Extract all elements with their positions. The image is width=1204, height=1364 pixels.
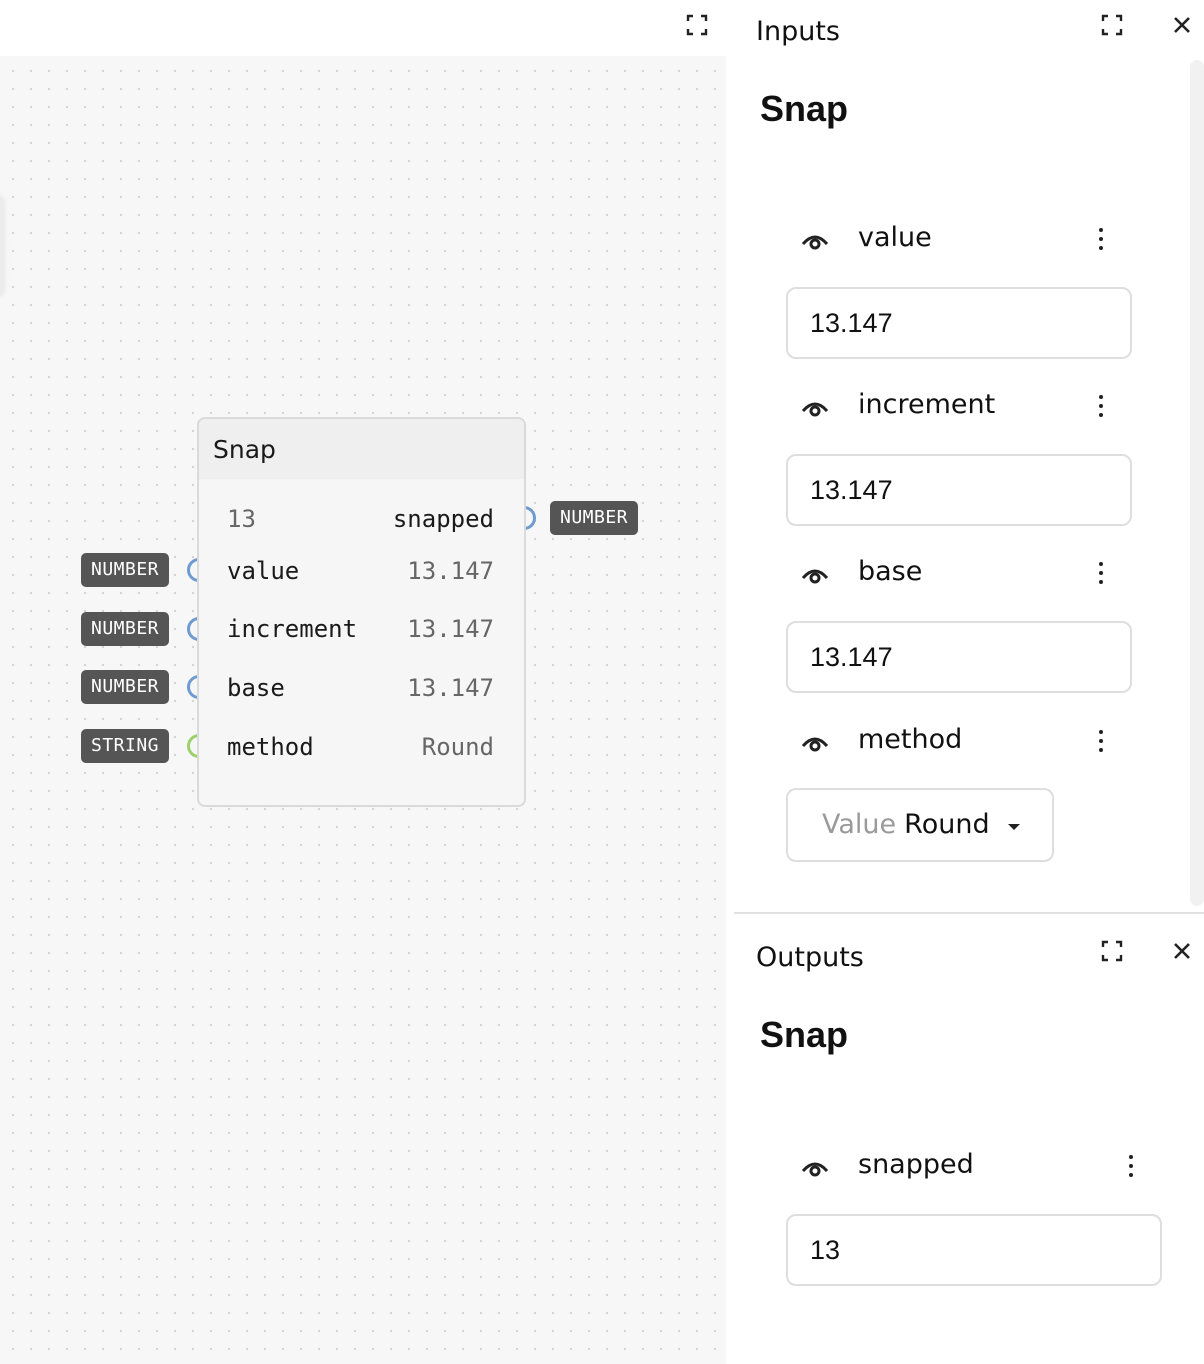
select-label: Value: [822, 809, 897, 840]
field-row-increment: increment: [800, 389, 1108, 429]
type-tag-increment: NUMBER: [81, 612, 170, 646]
node-input-value: Round: [421, 733, 494, 761]
expand-icon[interactable]: [685, 13, 709, 37]
close-icon[interactable]: [1170, 13, 1194, 37]
eye-icon[interactable]: [800, 560, 830, 590]
node-output-label: snapped: [392, 505, 494, 533]
inputs-panel-title: Snap: [760, 88, 849, 129]
increment-input[interactable]: 13.147: [786, 454, 1132, 526]
value-input[interactable]: 13.147: [786, 287, 1132, 359]
field-label: increment: [858, 389, 996, 420]
kebab-menu-icon[interactable]: [1096, 559, 1106, 591]
node-output-row: 13 snapped: [227, 505, 494, 535]
field-row-method: method: [800, 724, 1108, 764]
outputs-panel: Outputs Snap snapped 13: [734, 914, 1204, 1364]
node-output-value: 13: [227, 505, 256, 533]
node-input-label: method: [227, 733, 314, 761]
outputs-panel-title: Snap: [760, 1014, 849, 1055]
node-input-label: base: [227, 674, 285, 702]
node-input-row: method Round: [227, 733, 494, 763]
caret-down-icon: [1008, 824, 1020, 830]
kebab-menu-icon[interactable]: [1096, 225, 1106, 257]
type-tag-output: NUMBER: [550, 501, 639, 535]
inputs-panel: Inputs Snap value 13.147 increment 13.14…: [734, 0, 1204, 912]
outputs-panel-header: Outputs: [756, 942, 864, 973]
eye-icon[interactable]: [800, 393, 830, 423]
field-row-base: base: [800, 556, 1108, 596]
expand-icon[interactable]: [1100, 13, 1124, 37]
canvas-header: [0, 0, 726, 56]
field-label: snapped: [858, 1149, 974, 1180]
kebab-menu-icon[interactable]: [1096, 727, 1106, 759]
snapped-output-field[interactable]: 13: [786, 1214, 1162, 1286]
node-input-row: increment 13.147: [227, 615, 494, 645]
select-value: Round: [904, 809, 990, 840]
field-row-value: value: [800, 222, 1108, 262]
node-input-row: value 13.147: [227, 557, 494, 587]
method-select[interactable]: Value Round: [786, 788, 1054, 862]
node-input-row: base 13.147: [227, 674, 494, 704]
snap-node[interactable]: Snap 13 snapped value 13.147 increment 1…: [197, 417, 526, 807]
node-title: Snap: [199, 419, 524, 479]
field-label: method: [858, 724, 963, 755]
node-input-label: value: [227, 557, 300, 585]
node-input-value: 13.147: [407, 674, 494, 702]
eye-icon[interactable]: [800, 1153, 830, 1183]
type-tag-value: NUMBER: [81, 553, 170, 587]
close-icon[interactable]: [1170, 939, 1194, 963]
side-panel-handle[interactable]: [0, 196, 4, 296]
node-input-label: increment: [227, 615, 358, 643]
eye-icon[interactable]: [800, 226, 830, 256]
eye-icon[interactable]: [800, 728, 830, 758]
expand-icon[interactable]: [1100, 939, 1124, 963]
node-input-value: 13.147: [407, 557, 494, 585]
type-tag-base: NUMBER: [81, 670, 170, 704]
field-label: value: [858, 222, 932, 253]
node-input-value: 13.147: [407, 615, 494, 643]
field-label: base: [858, 556, 923, 587]
inputs-panel-scrollbar[interactable]: [1190, 60, 1204, 906]
inputs-panel-header: Inputs: [756, 16, 840, 47]
field-row-snapped: snapped: [800, 1149, 1138, 1189]
base-input[interactable]: 13.147: [786, 621, 1132, 693]
kebab-menu-icon[interactable]: [1096, 392, 1106, 424]
kebab-menu-icon[interactable]: [1126, 1152, 1136, 1184]
type-tag-method: STRING: [81, 729, 170, 763]
